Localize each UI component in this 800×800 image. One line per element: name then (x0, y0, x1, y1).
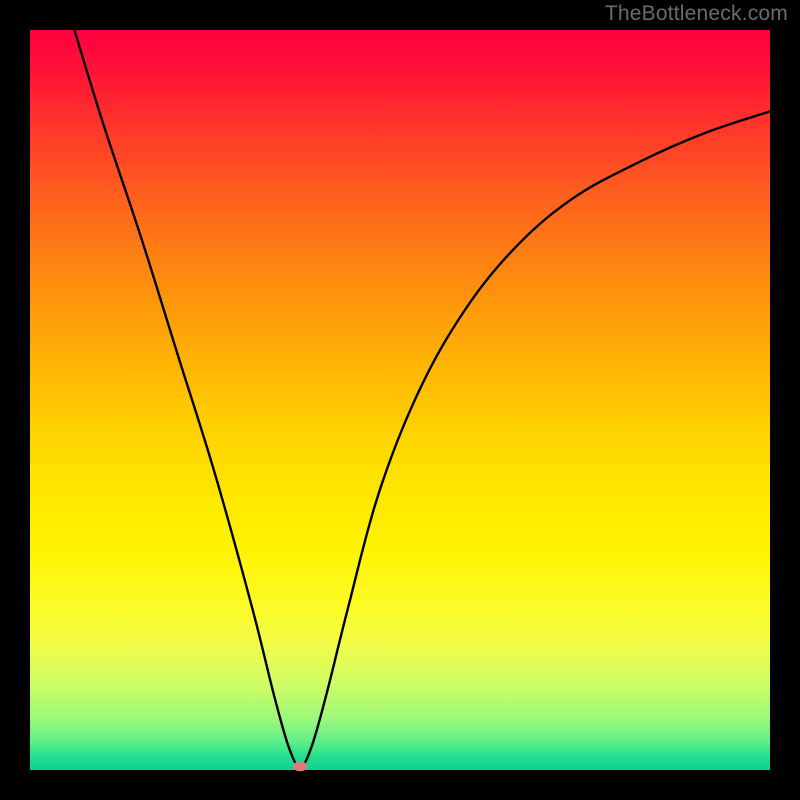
curve-svg (30, 30, 770, 770)
chart-frame: TheBottleneck.com (0, 0, 800, 800)
watermark-text: TheBottleneck.com (605, 2, 788, 26)
plot-area (30, 30, 770, 770)
bottleneck-curve (74, 30, 770, 766)
minimum-marker (293, 761, 307, 771)
